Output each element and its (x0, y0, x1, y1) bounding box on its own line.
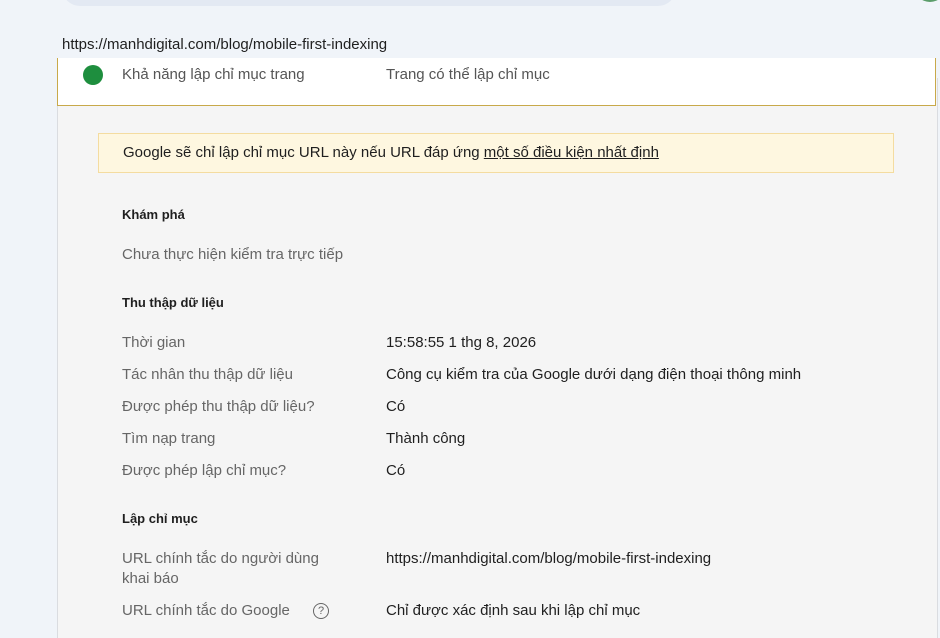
crawler-label: Tác nhân thu thập dữ liệu (122, 366, 293, 383)
avatar[interactable] (914, 0, 940, 2)
indexing-allowed-value: Có (386, 462, 406, 479)
indexing-section-title: Lập chỉ mục (122, 511, 198, 526)
page-fetch-value: Thành công (386, 430, 466, 447)
google-canonical-value: Chỉ được xác định sau khi lập chỉ mục (386, 602, 641, 619)
indexing-conditions-notice: Google sẽ chỉ lập chỉ mục URL này nếu UR… (98, 133, 894, 173)
crawl-time-label: Thời gian (122, 334, 186, 351)
indexability-label: Khả năng lập chỉ mục trang (122, 66, 305, 83)
discovery-message: Chưa thực hiện kiểm tra trực tiếp (122, 246, 344, 263)
conditions-link[interactable]: một số điều kiện nhất định (484, 144, 659, 161)
discovery-section-title: Khám phá (122, 207, 185, 222)
indexability-value: Trang có thể lập chỉ mục (386, 66, 550, 83)
user-canonical-value: https://manhdigital.com/blog/mobile-firs… (386, 550, 712, 567)
crawl-time-value: 15:58:55 1 thg 8, 2026 (386, 334, 537, 351)
crawl-section-title: Thu thập dữ liệu (122, 295, 224, 310)
google-canonical-label: URL chính tắc do Google (122, 602, 290, 619)
user-canonical-label: URL chính tắc do người dùng khai báo (122, 550, 319, 587)
page-fetch-label: Tìm nạp trang (122, 430, 216, 447)
inspected-url: https://manhdigital.com/blog/mobile-firs… (62, 36, 388, 53)
crawl-allowed-value: Có (386, 398, 406, 415)
crawler-value: Công cụ kiểm tra của Google dưới dạng đi… (386, 366, 802, 383)
search-bar[interactable] (62, 0, 676, 6)
check-circle-icon (83, 65, 103, 85)
indexability-row[interactable]: Khả năng lập chỉ mục trang Trang có thể … (57, 58, 936, 106)
crawl-allowed-label: Được phép thu thập dữ liệu? (122, 398, 315, 415)
help-circle-icon[interactable]: ? (313, 603, 329, 619)
indexing-allowed-label: Được phép lập chỉ mục? (122, 462, 287, 479)
notice-text: Google sẽ chỉ lập chỉ mục URL này nếu UR… (123, 144, 484, 161)
